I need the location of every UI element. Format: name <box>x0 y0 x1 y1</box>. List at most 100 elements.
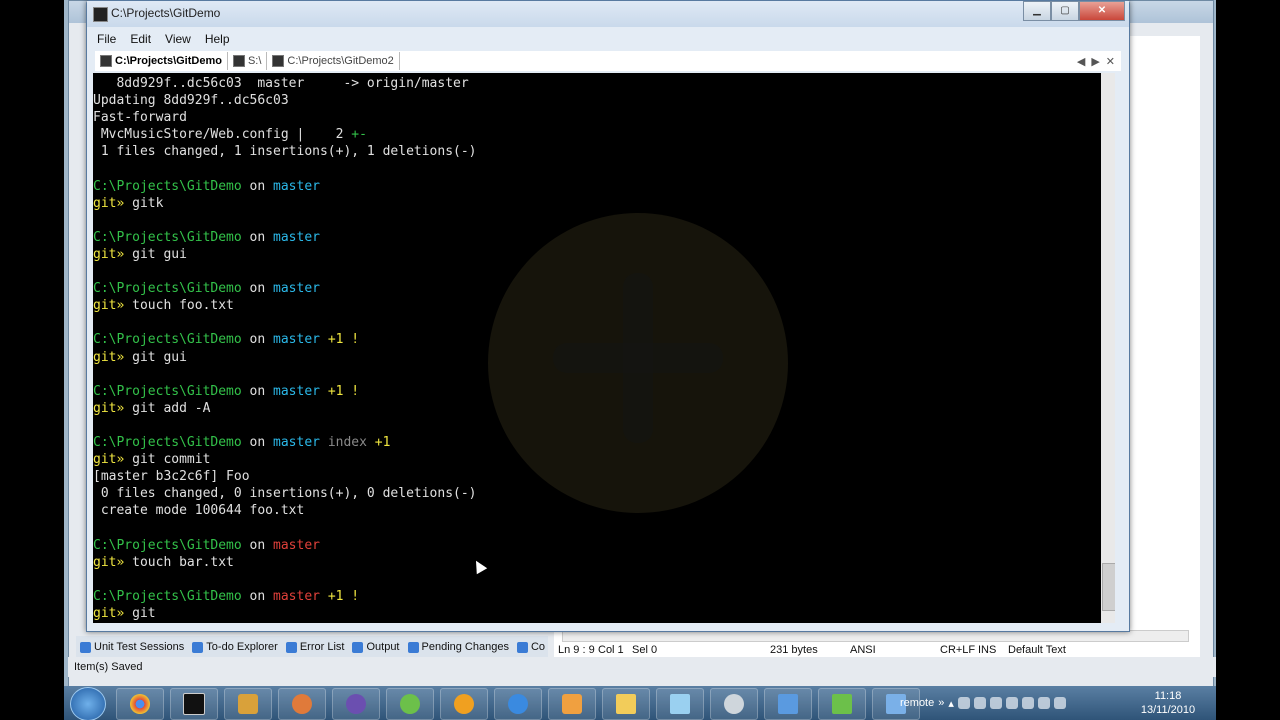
tray-icon-4[interactable] <box>1005 697 1018 709</box>
tray-network-icon[interactable] <box>1053 697 1066 709</box>
terminal-text: on <box>241 383 274 399</box>
tools-icon[interactable] <box>224 688 272 720</box>
tray-icon-2[interactable] <box>973 697 986 709</box>
terminal-text: +1 ! <box>320 588 360 604</box>
terminal-text: git» <box>93 349 125 365</box>
tab-gitdemo[interactable]: C:\Projects\GitDemo <box>95 52 228 70</box>
terminal-text: 1 files changed, 1 insertions(+), 1 dele… <box>93 144 477 160</box>
unit-test-icon <box>80 641 91 653</box>
tab-gitdemo2[interactable]: C:\Projects\GitDemo2 <box>267 52 400 70</box>
tray-icon-5[interactable] <box>1021 697 1034 709</box>
co-icon <box>516 641 528 653</box>
console-tab-icon <box>232 55 245 67</box>
tray-expand-icon[interactable]: » <box>938 697 944 709</box>
terminal-line: create mode 100644 foo.txt <box>93 502 477 519</box>
tray-mail-icon[interactable] <box>989 697 1002 709</box>
tab-co[interactable]: Co <box>513 641 549 653</box>
terminal-text: +- <box>351 127 367 143</box>
terminal-line: git» git gui <box>93 246 477 263</box>
terminal-scrollbar[interactable] <box>1101 73 1115 623</box>
console-tabs: C:\Projects\GitDemo S:\ C:\Projects\GitD… <box>95 51 1121 71</box>
terminal-text: on <box>241 332 274 348</box>
status-encoding: ANSI <box>850 644 876 656</box>
tab-next-icon[interactable]: ▶ <box>1091 55 1099 68</box>
taskbar: remote » ▴ 11:18 13/11/2010 <box>64 686 1216 720</box>
folder-icon[interactable] <box>602 688 650 720</box>
visual-studio-icon[interactable] <box>332 688 380 720</box>
menu-edit[interactable]: Edit <box>130 32 151 46</box>
notes-icon[interactable] <box>764 688 812 720</box>
terminal-line: git» git commit <box>93 451 477 468</box>
tab-s-drive[interactable]: S:\ <box>228 52 268 70</box>
terminal-text: git gui <box>124 349 187 365</box>
tab-pending-changes[interactable]: Pending Changes <box>404 641 513 653</box>
terminal-text: C:\Projects\GitDemo <box>93 383 242 399</box>
console-app-icon <box>93 7 108 22</box>
scrollbar-thumb[interactable] <box>1102 563 1115 611</box>
minimize-button[interactable]: ▁ <box>1023 1 1051 21</box>
tab-navigation: ◀ ▶ ✕ <box>1077 55 1121 68</box>
terminal-text: master <box>273 434 320 450</box>
tab-error-list[interactable]: Error List <box>282 641 349 653</box>
terminal-text: git» <box>93 195 125 211</box>
paint-icon[interactable] <box>278 688 326 720</box>
terminal-text: C:\Projects\GitDemo <box>93 537 242 553</box>
tray-icon-1[interactable] <box>957 697 970 709</box>
menu-help[interactable]: Help <box>205 32 230 46</box>
terminal-text: git add -A <box>124 400 211 416</box>
media-icon[interactable] <box>548 688 596 720</box>
terminal-line: git» git gui <box>93 349 477 366</box>
tab-prev-icon[interactable]: ◀ <box>1077 55 1085 68</box>
terminal-text: index <box>320 434 367 450</box>
terminal-text: gitk <box>124 195 164 211</box>
terminal-text: git» <box>93 400 125 416</box>
menu-file[interactable]: File <box>97 32 116 46</box>
tray-volume-icon[interactable] <box>1037 697 1050 709</box>
status-ins: INS <box>978 644 997 656</box>
console-tab-icon <box>100 55 112 67</box>
tab-todo-explorer[interactable]: To-do Explorer <box>188 641 282 653</box>
terminal-text: master <box>273 229 320 245</box>
terminal-text: git» <box>93 554 125 570</box>
terminal-text: touch foo.txt <box>124 298 234 314</box>
network-icon[interactable] <box>710 688 758 720</box>
terminal-text: on <box>241 178 274 194</box>
console-title-bar[interactable]: C:\Projects\GitDemo ▁ ▢ ✕ <box>87 1 1129 27</box>
terminal-text: master <box>273 383 320 399</box>
status-sel: Sel 0 <box>632 644 658 656</box>
terminal-text: on <box>241 229 274 245</box>
terminal-output[interactable]: 8dd929f..dc56c03 master -> origin/master… <box>93 73 1115 623</box>
tray-label[interactable]: remote <box>900 697 934 709</box>
console-window: C:\Projects\GitDemo ▁ ▢ ✕ File Edit View… <box>86 0 1130 632</box>
output-icon <box>352 641 364 653</box>
chrome-icon[interactable] <box>116 688 164 720</box>
maximize-button[interactable]: ▢ <box>1051 1 1079 21</box>
plus-icon[interactable] <box>818 688 866 720</box>
console-icon[interactable] <box>170 688 218 720</box>
gears-icon[interactable] <box>440 688 488 720</box>
terminal-line: C:\Projects\GitDemo on master +1 ! <box>93 331 477 348</box>
pen-icon[interactable] <box>656 688 704 720</box>
sync-icon[interactable] <box>386 688 434 720</box>
start-button[interactable] <box>70 687 106 720</box>
tab-unit-test-sessions[interactable]: Unit Test Sessions <box>76 641 188 653</box>
tab-output[interactable]: Output <box>348 641 403 653</box>
terminal-text: master <box>273 537 320 553</box>
menu-view[interactable]: View <box>165 32 191 46</box>
tab-close-icon[interactable]: ✕ <box>1106 55 1115 68</box>
terminal-text: master <box>273 588 320 604</box>
taskbar-apps <box>116 688 920 720</box>
terminal-text: Updating 8dd929f..dc56c03 <box>93 93 289 109</box>
clock[interactable]: 11:18 13/11/2010 <box>1138 689 1198 717</box>
tray-show-hidden-icon[interactable]: ▴ <box>948 697 954 710</box>
itunes-icon[interactable] <box>494 688 542 720</box>
terminal-text: master <box>273 281 320 297</box>
terminal-text: +1 ! <box>320 383 360 399</box>
close-button[interactable]: ✕ <box>1079 1 1125 21</box>
